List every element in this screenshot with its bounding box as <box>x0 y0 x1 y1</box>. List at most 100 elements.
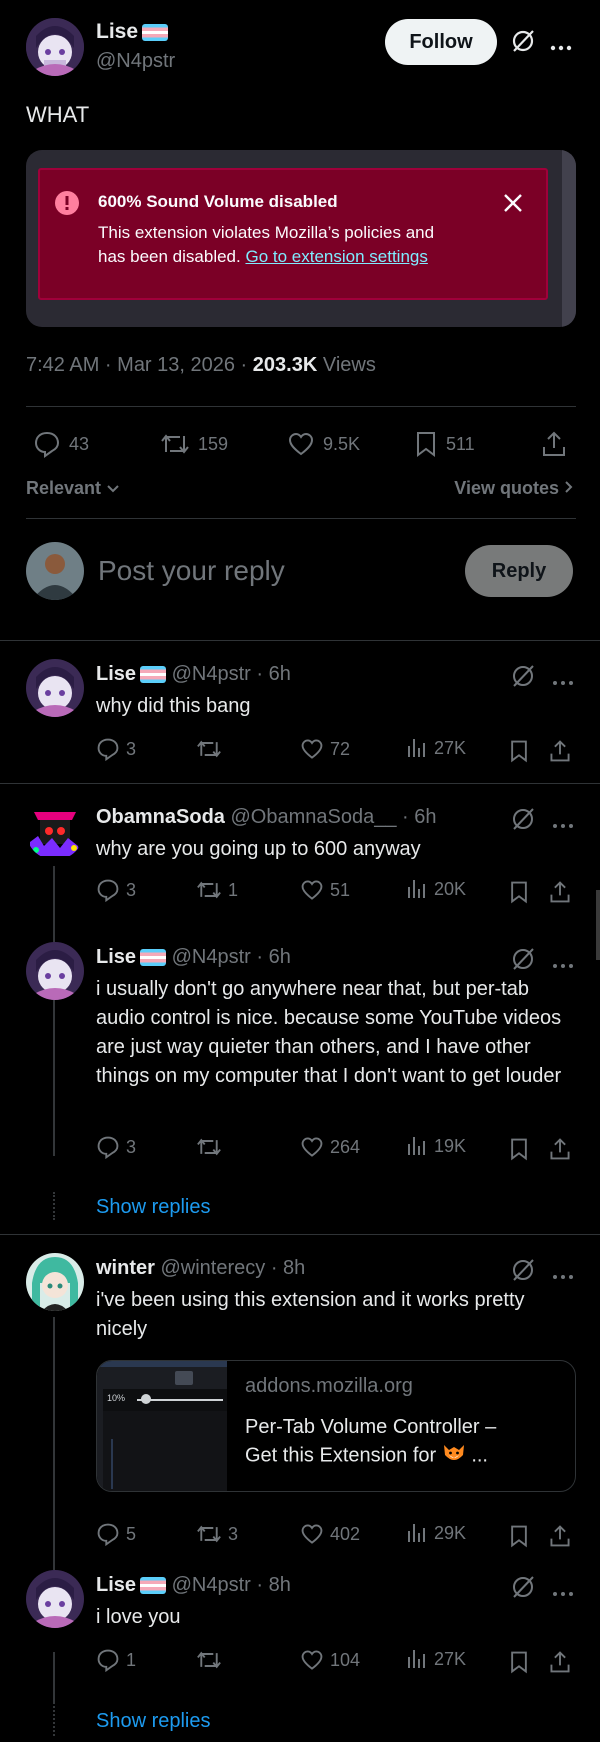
page-scrollbar[interactable] <box>596 890 600 960</box>
show-replies-link[interactable]: Show replies <box>96 1196 211 1219</box>
grok-icon[interactable] <box>510 806 536 837</box>
share-icon[interactable] <box>548 1650 572 1679</box>
reply-action[interactable]: 3 <box>96 1135 136 1159</box>
repost-action[interactable] <box>196 1135 228 1159</box>
avatar[interactable] <box>26 659 84 717</box>
reply-actions: 1 104 27K <box>96 1648 576 1678</box>
avatar[interactable] <box>26 802 84 860</box>
follow-button[interactable]: Follow <box>385 19 497 65</box>
reply-actions: 3 72 27K <box>96 737 576 767</box>
reply-action[interactable]: 3 <box>96 737 136 761</box>
reply-button[interactable]: Reply <box>465 545 573 597</box>
bookmark-stat[interactable]: 511 <box>414 430 475 458</box>
post-timestamp[interactable]: 7:42 AM · Mar 13, 2026 · <box>26 354 253 376</box>
repost-action[interactable] <box>196 1648 228 1672</box>
like-action[interactable]: 51 <box>300 878 350 902</box>
extension-disabled-alert: 600% Sound Volume disabled This extensio… <box>38 168 548 300</box>
more-options-icon[interactable] <box>550 38 572 56</box>
bookmark-icon[interactable] <box>508 880 530 909</box>
repost-action[interactable] <box>196 737 228 761</box>
reply-actions: 3 1 51 20K <box>96 878 576 908</box>
avatar[interactable] <box>26 18 84 76</box>
my-avatar[interactable] <box>26 542 84 600</box>
sort-dropdown[interactable]: Relevant <box>26 478 120 499</box>
bookmark-icon[interactable] <box>508 1650 530 1679</box>
more-options-icon[interactable] <box>552 1584 574 1602</box>
reply-author-handle[interactable]: @ObamnaSoda__ <box>230 806 396 828</box>
reply-author-name[interactable]: Lise <box>96 663 136 685</box>
repost-stat[interactable]: 159 <box>160 430 228 458</box>
link-preview-card[interactable]: 10% addons.mozilla.org Per-Tab Volume Co… <box>96 1360 576 1492</box>
reply-author-name[interactable]: Lise <box>96 946 136 968</box>
reply-item[interactable]: Lise @N4pstr · 8h i love you 1 104 27K S… <box>0 1570 600 1742</box>
reply-count: 3 <box>126 879 137 900</box>
reply-header: Lise @N4pstr · 6h <box>96 663 291 686</box>
more-options-icon[interactable] <box>552 956 574 974</box>
grok-icon[interactable] <box>510 28 536 59</box>
like-action[interactable]: 104 <box>300 1648 360 1672</box>
view-quotes-link[interactable]: View quotes <box>454 478 574 499</box>
reply-author-name[interactable]: ObamnaSoda <box>96 806 225 828</box>
views-action[interactable]: 29K <box>406 1522 466 1544</box>
like-stat[interactable]: 9.5K <box>287 430 360 458</box>
share-icon[interactable] <box>548 739 572 768</box>
views-count: 27K <box>434 1648 467 1669</box>
views-action[interactable]: 27K <box>406 1648 466 1670</box>
avatar[interactable] <box>26 1570 84 1628</box>
reply-time[interactable]: · 8h <box>256 1574 290 1596</box>
share-icon[interactable] <box>540 430 568 463</box>
more-options-icon[interactable] <box>552 816 574 834</box>
thread-line <box>53 1317 55 1570</box>
post-image[interactable]: 600% Sound Volume disabled This extensio… <box>26 150 576 327</box>
reply-author-name[interactable]: winter <box>96 1257 155 1279</box>
chevron-down-icon <box>106 478 120 498</box>
repost-action[interactable]: 1 <box>196 878 238 902</box>
reply-stat[interactable]: 43 <box>33 430 89 458</box>
reply-time[interactable]: · 8h <box>271 1257 305 1279</box>
reply-composer-input[interactable]: Post your reply <box>98 555 285 587</box>
share-icon[interactable] <box>548 880 572 909</box>
reply-time[interactable]: · 6h <box>256 946 290 968</box>
grok-icon[interactable] <box>510 1257 536 1288</box>
bookmark-icon[interactable] <box>508 1524 530 1553</box>
avatar[interactable] <box>26 942 84 1000</box>
reply-item[interactable]: Lise @N4pstr · 6h i usually don't go any… <box>0 924 600 1234</box>
reply-author-handle[interactable]: @N4pstr <box>172 663 251 685</box>
bookmark-icon[interactable] <box>508 1137 530 1166</box>
reply-action[interactable]: 1 <box>96 1648 136 1672</box>
views-action[interactable]: 19K <box>406 1135 466 1157</box>
like-action[interactable]: 402 <box>300 1522 360 1546</box>
bookmark-icon[interactable] <box>508 739 530 768</box>
like-action[interactable]: 72 <box>300 737 350 761</box>
grok-icon[interactable] <box>510 946 536 977</box>
reply-time[interactable]: · 6h <box>402 806 436 828</box>
extension-settings-link[interactable]: Go to extension settings <box>245 247 427 266</box>
reply-item[interactable]: Lise @N4pstr · 6h why did this bang 3 72… <box>0 641 600 783</box>
show-replies-link[interactable]: Show replies <box>96 1710 211 1733</box>
share-icon[interactable] <box>548 1524 572 1553</box>
more-options-icon[interactable] <box>552 673 574 691</box>
more-options-icon[interactable] <box>552 1267 574 1285</box>
share-icon[interactable] <box>548 1137 572 1166</box>
reply-action[interactable]: 3 <box>96 878 136 902</box>
author-name[interactable]: Lise <box>96 20 138 43</box>
reply-author-name[interactable]: Lise <box>96 1574 136 1596</box>
repost-action[interactable]: 3 <box>196 1522 238 1546</box>
trans-flag-icon <box>140 949 167 967</box>
views-action[interactable]: 20K <box>406 878 466 900</box>
reply-author-handle[interactable]: @N4pstr <box>172 1574 251 1596</box>
reply-time[interactable]: · 6h <box>256 663 290 685</box>
views-action[interactable]: 27K <box>406 737 466 759</box>
grok-icon[interactable] <box>510 663 536 694</box>
reply-action[interactable]: 5 <box>96 1522 136 1546</box>
reply-item[interactable]: winter @winterecy · 8h i've been using t… <box>0 1235 600 1570</box>
grok-icon[interactable] <box>510 1574 536 1605</box>
chevron-right-icon <box>564 478 574 498</box>
author-handle[interactable]: @N4pstr <box>96 50 175 73</box>
reply-item[interactable]: ObamnaSoda @ObamnaSoda__ · 6h why are yo… <box>0 784 600 1026</box>
reply-author-handle[interactable]: @winterecy <box>160 1257 265 1279</box>
reply-author-handle[interactable]: @N4pstr <box>172 946 251 968</box>
like-action[interactable]: 264 <box>300 1135 360 1159</box>
avatar[interactable] <box>26 1253 84 1311</box>
close-icon[interactable] <box>502 192 524 219</box>
